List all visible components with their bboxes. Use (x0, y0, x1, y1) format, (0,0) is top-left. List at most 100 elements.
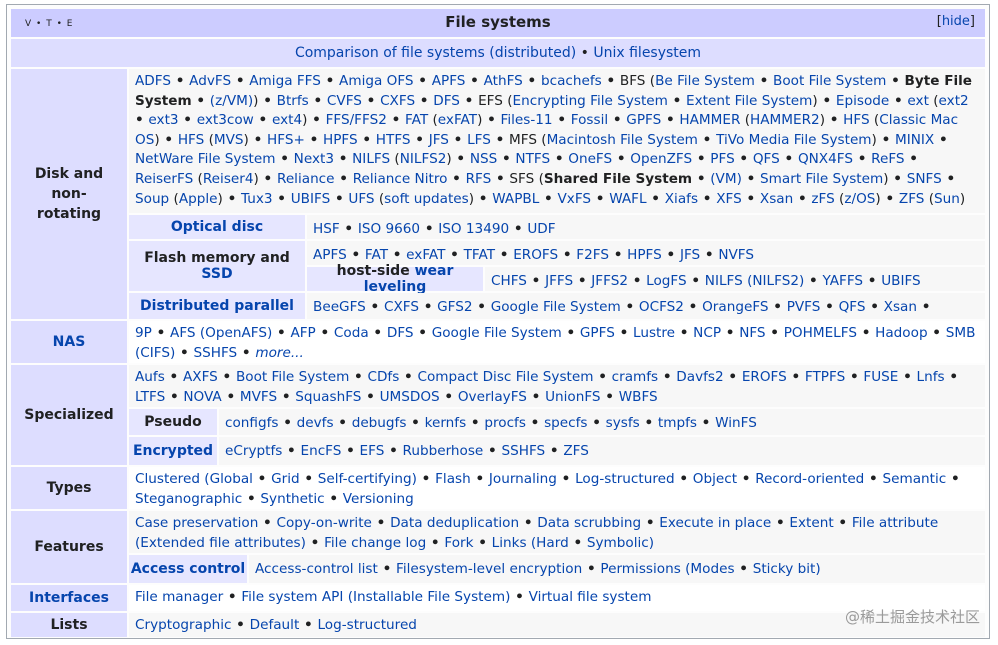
list-item[interactable]: NSS (470, 151, 497, 167)
list-item[interactable]: z/OS (844, 191, 875, 207)
list-item[interactable]: OCFS2 (639, 299, 684, 315)
list-item[interactable]: Symbolic) (587, 535, 654, 551)
list-item[interactable]: ext (907, 93, 929, 109)
list-item[interactable]: Flash (435, 471, 471, 487)
list-item[interactable]: FFS/FFS2 (326, 112, 387, 128)
list-item[interactable]: PVFS (787, 299, 821, 315)
list-item[interactable]: LFS (467, 132, 491, 148)
list-item[interactable]: Google File System (491, 299, 621, 315)
list-item[interactable]: YAFFS (822, 273, 863, 289)
list-item[interactable]: (VM) (710, 171, 742, 187)
list-item[interactable]: XFS (716, 191, 742, 207)
list-item[interactable]: Coda (334, 325, 369, 341)
list-item[interactable]: Permissions (Modes (600, 561, 734, 577)
list-item[interactable]: 9P (135, 325, 152, 341)
list-item[interactable]: specfs (544, 415, 587, 431)
list-item[interactable]: Rubberhose (403, 443, 484, 459)
list-item[interactable]: Data scrubbing (537, 515, 641, 531)
list-item[interactable]: Lnfs (917, 369, 945, 385)
list-item[interactable]: QFS (839, 299, 866, 315)
list-item[interactable]: Reliance (277, 171, 335, 187)
list-item[interactable]: UMSDOS (380, 389, 440, 405)
list-item[interactable]: GPFS (580, 325, 615, 341)
list-item[interactable]: FUSE (863, 369, 898, 385)
list-item[interactable]: Self-certifying) (318, 471, 417, 487)
list-item[interactable]: Record-oriented (755, 471, 864, 487)
list-item[interactable]: FAT (365, 247, 388, 263)
list-item[interactable]: GPFS (626, 112, 661, 128)
list-item[interactable]: Fossil (571, 112, 608, 128)
list-item[interactable]: HAMMER (679, 112, 740, 128)
encrypted-label[interactable]: Encrypted (133, 443, 213, 459)
list-item[interactable]: Btrfs (277, 93, 309, 109)
list-item[interactable]: Files-11 (501, 112, 553, 128)
list-item[interactable]: GFS2 (437, 299, 472, 315)
list-item[interactable]: HFS (843, 112, 869, 128)
list-item[interactable]: F2FS (576, 247, 609, 263)
list-item[interactable]: Xsan (760, 191, 793, 207)
list-item[interactable]: Encrypting File System (513, 93, 668, 109)
list-item[interactable]: UBIFS (291, 191, 331, 207)
list-item[interactable]: HFS (178, 132, 204, 148)
list-item[interactable]: Be File System (655, 73, 755, 89)
list-item[interactable]: ext3 (148, 112, 178, 128)
list-item[interactable]: AXFS (183, 369, 218, 385)
list-item[interactable]: Log-structured (317, 617, 417, 633)
list-item[interactable]: Copy-on-write (276, 515, 371, 531)
group-interfaces-label[interactable]: Interfaces (29, 588, 109, 608)
list-item[interactable]: NetWare File System (135, 151, 276, 167)
list-item[interactable]: cramfs (612, 369, 659, 385)
list-item[interactable]: QFS (753, 151, 780, 167)
list-item[interactable]: Cryptographic (135, 617, 231, 633)
list-item[interactable]: NTFS (515, 151, 550, 167)
list-item[interactable]: Steganographic (135, 491, 242, 507)
list-item[interactable]: Lustre (633, 325, 675, 341)
more-link[interactable]: more... (255, 345, 303, 361)
list-item[interactable]: Access-control list (255, 561, 378, 577)
list-item[interactable]: HPFS (627, 247, 662, 263)
list-item[interactable]: Filesystem-level encryption (396, 561, 582, 577)
list-item[interactable]: Links (Hard (492, 535, 569, 551)
list-item[interactable]: MINIX (895, 132, 934, 148)
list-item[interactable]: Reiser4 (203, 171, 254, 187)
list-item[interactable]: Default (250, 617, 300, 633)
group-nas-label[interactable]: NAS (53, 332, 86, 352)
list-item[interactable]: RFS (466, 171, 492, 187)
list-item[interactable]: Reliance Nitro (353, 171, 448, 187)
list-item[interactable]: WAFL (609, 191, 646, 207)
list-item[interactable]: NILFS (NILFS2) (705, 273, 805, 289)
list-item[interactable]: ISO 9660 (358, 221, 420, 237)
distributed-link[interactable]: (distributed) (489, 45, 576, 61)
list-item[interactable]: LogFS (646, 273, 687, 289)
list-item[interactable]: ReFS (871, 151, 904, 167)
unix-filesystem-link[interactable]: Unix filesystem (593, 45, 701, 61)
list-item[interactable]: Xiafs (665, 191, 698, 207)
list-item[interactable]: SquashFS (295, 389, 361, 405)
list-item[interactable]: HSF (313, 221, 340, 237)
optical-label[interactable]: Optical disc (171, 219, 263, 235)
list-item[interactable]: Fork (444, 535, 473, 551)
list-item[interactable]: QNX4FS (798, 151, 853, 167)
list-item[interactable]: CHFS (491, 273, 527, 289)
list-item[interactable]: OrangeFS (702, 299, 768, 315)
list-item[interactable]: UBIFS (881, 273, 921, 289)
list-item[interactable]: UFS (348, 191, 374, 207)
list-item[interactable]: HFS+ (267, 132, 305, 148)
hide-toggle[interactable]: [hide] (937, 14, 975, 29)
list-item[interactable]: VxFS (557, 191, 591, 207)
list-item[interactable]: Object (693, 471, 737, 487)
list-item[interactable]: AFP (290, 325, 315, 341)
list-item[interactable]: Sticky bit) (753, 561, 821, 577)
list-item[interactable]: WinFS (715, 415, 757, 431)
list-item[interactable]: AFS (OpenAFS) (170, 325, 272, 341)
ssd-link[interactable]: SSD (201, 266, 232, 282)
list-item[interactable]: AdvFS (189, 73, 231, 89)
list-item[interactable]: OverlayFS (458, 389, 527, 405)
list-item[interactable]: Sun (934, 191, 960, 207)
list-item[interactable]: POHMELFS (784, 325, 857, 341)
comparison-link[interactable]: Comparison of file systems (295, 45, 485, 61)
list-item[interactable]: Clustered (Global (135, 471, 253, 487)
list-item[interactable]: Synthetic (260, 491, 324, 507)
list-item[interactable]: Extent (789, 515, 833, 531)
list-item[interactable]: tmpfs (658, 415, 697, 431)
